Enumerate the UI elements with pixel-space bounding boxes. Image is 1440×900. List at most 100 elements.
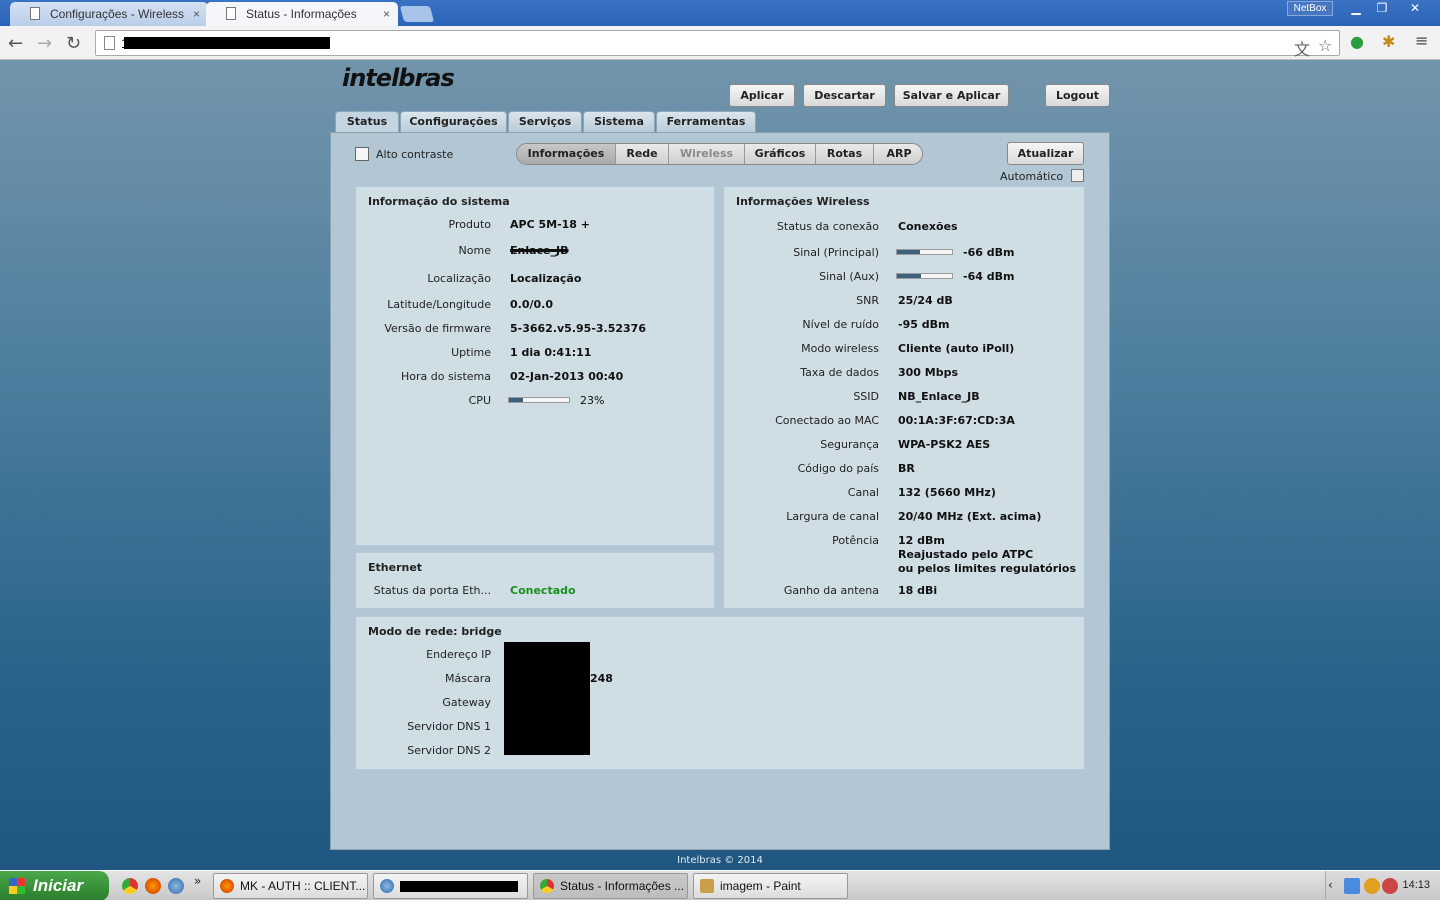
menu-icon[interactable]: ≡	[1415, 31, 1428, 50]
system-value: Enlace_JB	[510, 244, 569, 257]
automatic-checkbox[interactable]	[1071, 169, 1084, 182]
browser-tab-label: Status - Informações	[246, 7, 357, 21]
subtab-rede[interactable]: Rede	[616, 144, 669, 164]
ethernet-label: Status da porta Eth...	[373, 584, 491, 597]
new-tab-button[interactable]	[399, 6, 435, 22]
network-label: Servidor DNS 2	[407, 744, 491, 757]
cpu-bar-fill	[509, 398, 523, 402]
redaction-block	[124, 37, 330, 49]
network-value: 248	[590, 672, 613, 685]
firefox-icon[interactable]	[145, 878, 161, 894]
taskbar-item-label: imagem - Paint	[720, 879, 801, 893]
signal-aux-fill	[897, 274, 922, 278]
close-tab-icon[interactable]: ×	[383, 7, 390, 21]
tray-app-icon[interactable]	[1382, 878, 1398, 894]
redaction-block	[400, 881, 518, 893]
translate-icon[interactable]: 文	[1294, 36, 1310, 60]
tab-sistema[interactable]: Sistema	[583, 111, 655, 133]
wireless-value: 00:1A:3F:67:CD:3A	[898, 414, 1015, 427]
extension-icon[interactable]: ●	[1350, 32, 1364, 51]
network-icon[interactable]	[1344, 878, 1360, 894]
browser-tab-status[interactable]: Status - Informações ×	[206, 2, 398, 26]
address-bar[interactable]: 1 文 ☆	[95, 30, 1340, 59]
tray-app-icon[interactable]	[1364, 878, 1380, 894]
forward-arrow-icon[interactable]: →	[37, 33, 52, 54]
system-tray: ‹ 14:13	[1325, 871, 1440, 900]
wireless-value: -95 dBm	[898, 318, 950, 331]
network-label: Gateway	[442, 696, 491, 709]
wireless-value: -66 dBm	[963, 246, 1015, 259]
network-title: Modo de rede: bridge	[368, 625, 502, 638]
reload-icon[interactable]: ↻	[66, 33, 81, 54]
page-icon	[104, 36, 115, 50]
system-label: Produto	[448, 218, 491, 231]
subtab-informacoes[interactable]: Informações	[517, 144, 616, 164]
system-label: Hora do sistema	[400, 370, 491, 383]
browser-tab-wireless[interactable]: Configurações - Wireless ×	[10, 2, 208, 26]
wireless-value: Conexões	[898, 220, 958, 233]
wireless-value: 12 dBm	[898, 534, 945, 547]
apply-button[interactable]: Aplicar	[729, 84, 795, 107]
taskbar-item[interactable]	[373, 873, 528, 899]
logout-button[interactable]: Logout	[1045, 84, 1110, 107]
netbox-badge: NetBox	[1287, 1, 1333, 16]
browser-tab-label: Configurações - Wireless	[50, 7, 185, 21]
discard-button[interactable]: Descartar	[803, 84, 886, 107]
wireless-label: Ganho da antena	[783, 584, 879, 597]
system-value: APC 5M-18 +	[510, 218, 590, 231]
tray-expand-icon[interactable]: ‹	[1328, 878, 1333, 892]
app-icon	[380, 879, 394, 893]
high-contrast-checkbox[interactable]	[355, 147, 369, 161]
wireless-label: Conectado ao MAC	[775, 414, 879, 427]
chrome-icon[interactable]	[122, 878, 138, 894]
intelbras-logo: intelbras	[342, 64, 455, 92]
subtab-wireless[interactable]: Wireless	[669, 144, 745, 164]
tab-status[interactable]: Status	[335, 111, 399, 134]
extension-icon[interactable]: ✱	[1382, 32, 1395, 51]
ethernet-status: Conectado	[510, 584, 576, 597]
wireless-value: 300 Mbps	[898, 366, 959, 379]
back-arrow-icon[interactable]: ←	[8, 33, 23, 54]
taskbar-item[interactable]: imagem - Paint	[693, 873, 848, 899]
subtab-arp[interactable]: ARP	[874, 144, 922, 164]
system-label: Versão de firmware	[384, 322, 491, 335]
wireless-label: Sinal (Principal)	[793, 246, 879, 259]
system-value: 0.0/0.0	[510, 298, 553, 311]
minimize-icon[interactable]: ▁	[1343, 0, 1369, 17]
windows-logo-icon	[9, 878, 25, 894]
tab-servicos[interactable]: Serviços	[508, 111, 582, 133]
wireless-label: SNR	[856, 294, 879, 307]
wireless-label: Modo wireless	[801, 342, 879, 355]
star-icon[interactable]: ☆	[1318, 36, 1332, 55]
page-icon	[226, 7, 236, 20]
taskbar-item-label: MK - AUTH :: CLIENT...	[240, 879, 366, 893]
app-icon[interactable]	[168, 878, 184, 894]
refresh-button[interactable]: Atualizar	[1007, 142, 1084, 165]
maximize-icon[interactable]: ❐	[1369, 0, 1395, 17]
ethernet-title: Ethernet	[368, 561, 423, 574]
tab-ferramentas[interactable]: Ferramentas	[656, 111, 756, 133]
browser-tabstrip: Configurações - Wireless × Status - Info…	[0, 0, 1440, 26]
wireless-label: Largura de canal	[786, 510, 879, 523]
wireless-label: Canal	[847, 486, 879, 499]
signal-main-bar	[896, 249, 953, 255]
start-button[interactable]: Iniciar	[0, 871, 109, 900]
wireless-value: 18 dBi	[898, 584, 938, 597]
save-apply-button[interactable]: Salvar e Aplicar	[894, 84, 1009, 107]
chrome-icon	[540, 879, 554, 893]
system-info-box: Informação do sistema	[355, 186, 715, 546]
close-window-icon[interactable]: ✕	[1395, 0, 1435, 17]
clock: 14:13	[1402, 879, 1430, 891]
wireless-label: Código do país	[797, 462, 879, 475]
system-value: 02-Jan-2013 00:40	[510, 370, 624, 383]
wireless-value: NB_Enlace_JB	[898, 390, 980, 403]
tab-configuracoes[interactable]: Configurações	[400, 111, 507, 133]
wireless-value: BR	[898, 462, 915, 475]
taskbar-item[interactable]: MK - AUTH :: CLIENT...	[213, 873, 368, 899]
signal-aux-bar	[896, 273, 953, 279]
subtab-graficos[interactable]: Gráficos	[745, 144, 816, 164]
close-tab-icon[interactable]: ×	[193, 7, 200, 21]
taskbar-item[interactable]: Status - Informações ...	[533, 873, 688, 899]
subtab-rotas[interactable]: Rotas	[816, 144, 874, 164]
more-icon[interactable]: »	[194, 874, 201, 888]
